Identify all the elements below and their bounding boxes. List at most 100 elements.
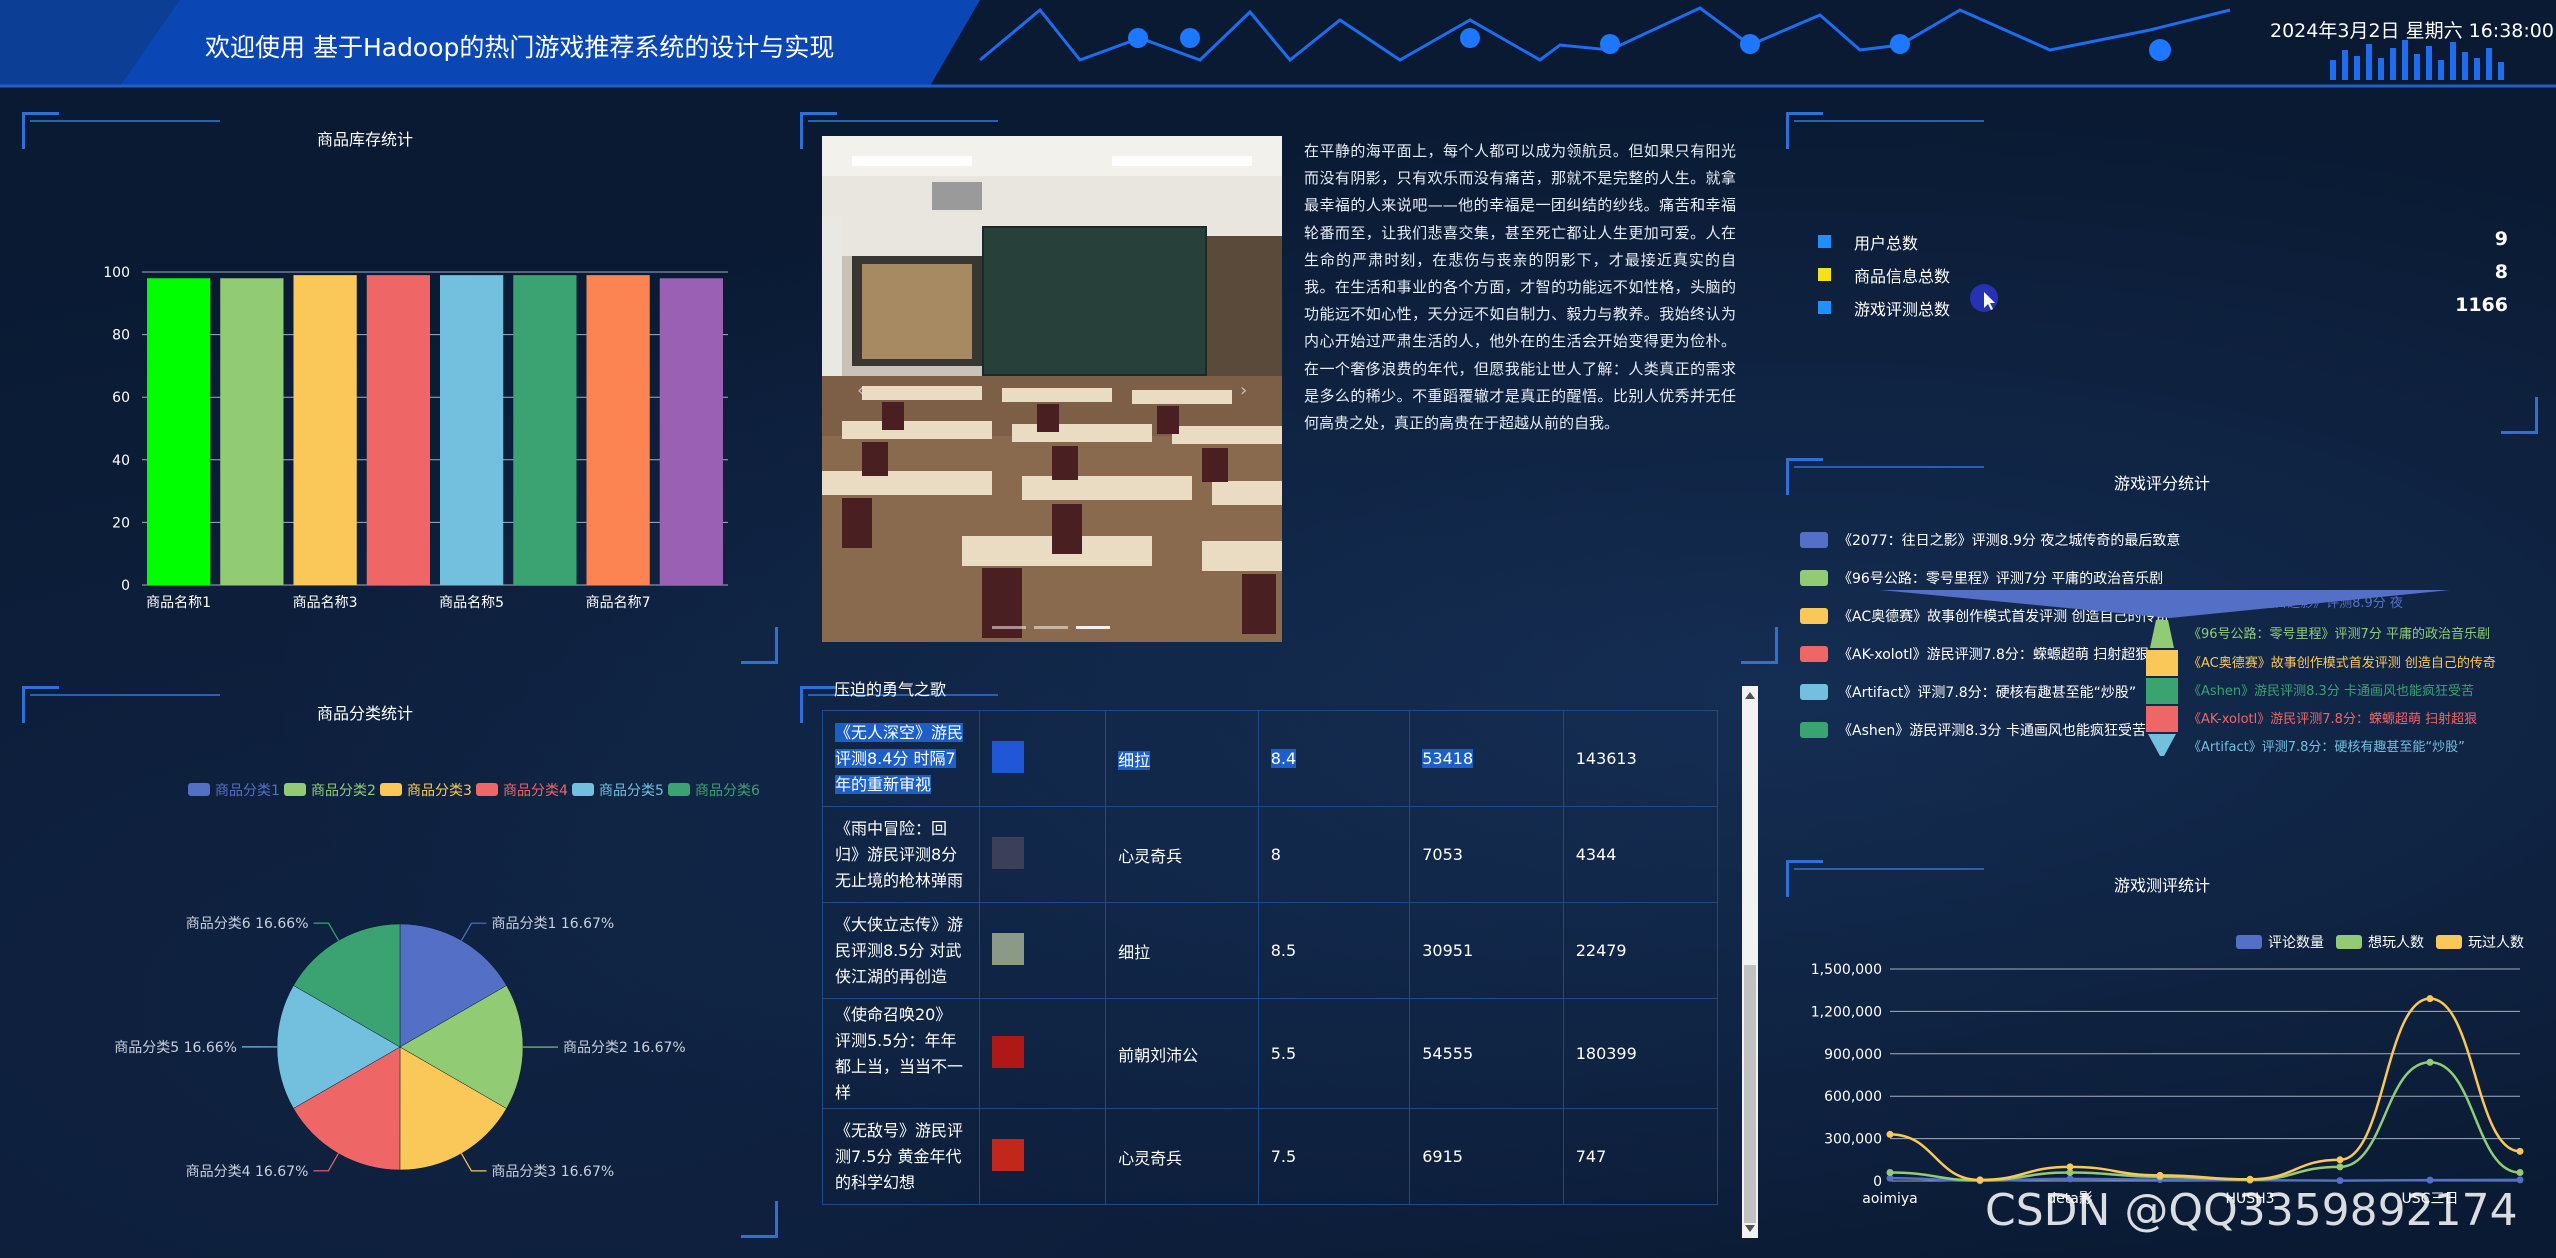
scroll-down-arrow-icon[interactable] [1744,1222,1756,1234]
stat-row-products: 商品信息总数 8 [1818,261,2508,291]
cell-title: 《雨中冒险：回归》游民评测8分 无止境的枪林弹雨 [822,806,980,903]
cell-want-count: 6915 [1409,1108,1564,1205]
cell-want-count-text: 7053 [1422,845,1463,864]
cell-score: 8.4 [1257,710,1411,807]
cell-developer: 前朝刘沛公 [1105,998,1259,1109]
category-chart-title: 商品分类统计 [316,704,413,723]
inventory-panel: 商品库存统计 [22,112,778,664]
panel-corner [741,627,778,664]
cell-played-count: 22479 [1562,902,1719,999]
stat-label: 游戏评测总数 [1854,300,1951,319]
cell-score-text: 8.4 [1270,749,1297,768]
category-panel: 商品分类统计 [22,686,778,1238]
cell-title-text: 《使命召唤20》评测5.5分：年年都上当，当当不一样 [835,1004,964,1102]
cell-want-count-text: 54555 [1422,1044,1474,1063]
table-row[interactable]: 《无人深空》游民评测8.4分 时隔7年的重新审视 细拉 8.4 53418 143613 [822,710,1719,807]
panel-corner [1741,627,1778,664]
cell-title: 《使命召唤20》评测5.5分：年年都上当，当当不一样 [822,998,980,1109]
panel-rule [808,120,998,122]
stat-value: 9 [2494,228,2508,250]
cell-played-count-text: 747 [1575,1147,1607,1166]
stat-label: 商品信息总数 [1854,267,1951,286]
cell-thumb [978,1108,1107,1205]
stat-marker [1818,301,1831,314]
score-chart-title: 游戏评分统计 [2113,474,2210,493]
classroom-carousel-image[interactable]: ‹ › [822,136,1282,642]
cell-played-count: 143613 [1562,710,1719,807]
score-panel: 游戏评分统计 [1786,458,2538,838]
cell-played-count: 747 [1562,1108,1719,1205]
cell-developer-text: 细拉 [1118,942,1151,962]
cell-developer: 心灵奇兵 [1105,806,1259,903]
cell-title-text: 《无敌号》游民评测7.5分 黄金年代的科学幻想 [835,1120,964,1192]
cell-score-text: 8.5 [1270,941,1297,960]
cell-title: 《无敌号》游民评测7.5分 黄金年代的科学幻想 [822,1108,980,1205]
table-row[interactable]: 《无敌号》游民评测7.5分 黄金年代的科学幻想 心灵奇兵 7.5 6915 747 [822,1108,1719,1205]
cell-developer-text: 前朝刘沛公 [1118,1045,1199,1065]
panel-rule [30,694,220,696]
cell-played-count-text: 22479 [1575,941,1627,960]
game-thumbnail[interactable] [991,740,1024,773]
cell-developer: 细拉 [1105,902,1259,999]
scroll-up-arrow-icon[interactable] [1744,690,1756,702]
cell-thumb [978,806,1107,903]
inventory-chart-title: 商品库存统计 [316,130,413,149]
cell-title-text: 《大侠立志传》游民评测8.5分 对武侠江湖的再创造 [835,914,964,986]
cell-score: 7.5 [1257,1108,1411,1205]
cell-developer-text: 心灵奇兵 [1118,1148,1183,1168]
cell-score: 8.5 [1257,902,1411,999]
article-text: 在平静的海平面上，每个人都可以成为领航员。但如果只有阳光而没有阴影，只有欢乐而没… [1304,142,1736,433]
cell-developer-text: 细拉 [1118,750,1151,770]
cell-want-count-text: 30951 [1422,941,1474,960]
cell-score: 5.5 [1257,998,1411,1109]
cell-want-count: 30951 [1409,902,1564,999]
cell-want-count: 7053 [1409,806,1564,903]
cell-thumb [978,902,1107,999]
panel-rule [1794,868,1984,870]
stat-marker [1818,268,1831,281]
game-thumbnail[interactable] [991,1138,1024,1171]
cell-title: 《无人深空》游民评测8.4分 时隔7年的重新审视 [822,710,980,807]
panel-rule [30,120,220,122]
table-partial-row-text: 压迫的勇气之歌 [834,680,947,699]
game-thumbnail[interactable] [991,836,1024,869]
svg-text:‹: ‹ [857,380,864,401]
stat-row-reviews: 游戏评测总数 1166 [1818,294,2508,324]
table-row[interactable]: 《大侠立志传》游民评测8.5分 对武侠江湖的再创造 细拉 8.5 30951 22479 [822,902,1719,999]
stat-marker [1818,235,1831,248]
cell-score-text: 5.5 [1270,1044,1297,1063]
stat-label: 用户总数 [1854,234,1919,253]
cell-title-text: 《雨中冒险：回归》游民评测8分 无止境的枪林弹雨 [835,818,964,890]
cell-played-count-text: 180399 [1575,1044,1637,1063]
game-thumbnail[interactable] [991,1035,1024,1068]
table-row[interactable]: 《使命召唤20》评测5.5分：年年都上当，当当不一样 前朝刘沛公 5.5 54555 1… [822,998,1719,1109]
panel-corner [2501,397,2538,434]
datetime-display: 2024年3月2日 星期六 16:38:00 [2270,20,2554,42]
cell-score-text: 8 [1270,845,1281,864]
cell-thumb [978,710,1107,807]
cell-score: 8 [1257,806,1411,903]
cell-want-count: 53418 [1409,710,1564,807]
cell-played-count-text: 143613 [1575,749,1637,768]
cell-played-count: 180399 [1562,998,1719,1109]
table-row[interactable]: 《雨中冒险：回归》游民评测8分 无止境的枪林弹雨 心灵奇兵 8 7053 4344 [822,806,1719,903]
cell-developer: 心灵奇兵 [1105,1108,1259,1205]
stat-value: 1166 [2455,294,2508,316]
cell-want-count-text: 53418 [1422,749,1474,768]
cell-played-count: 4344 [1562,806,1719,903]
panel-rule [1794,120,1984,122]
cell-developer-text: 心灵奇兵 [1118,846,1183,866]
stat-row-users: 用户总数 9 [1818,228,2508,258]
cell-score-text: 7.5 [1270,1147,1297,1166]
cell-title: 《大侠立志传》游民评测8.5分 对武侠江湖的再创造 [822,902,980,999]
cell-title-text: 《无人深空》游民评测8.4分 时隔7年的重新审视 [835,722,964,794]
table-scrollbar-thumb[interactable] [1744,965,1756,1223]
cell-thumb [978,998,1107,1109]
cell-want-count-text: 6915 [1422,1147,1463,1166]
games-table: 《无人深空》游民评测8.4分 时隔7年的重新审视 细拉 8.4 53418 143613… [822,710,1719,1205]
game-thumbnail[interactable] [991,932,1024,965]
panel-corner [1786,112,1823,149]
cell-want-count: 54555 [1409,998,1564,1109]
svg-text:›: › [1240,380,1247,401]
cell-developer: 细拉 [1105,710,1259,807]
